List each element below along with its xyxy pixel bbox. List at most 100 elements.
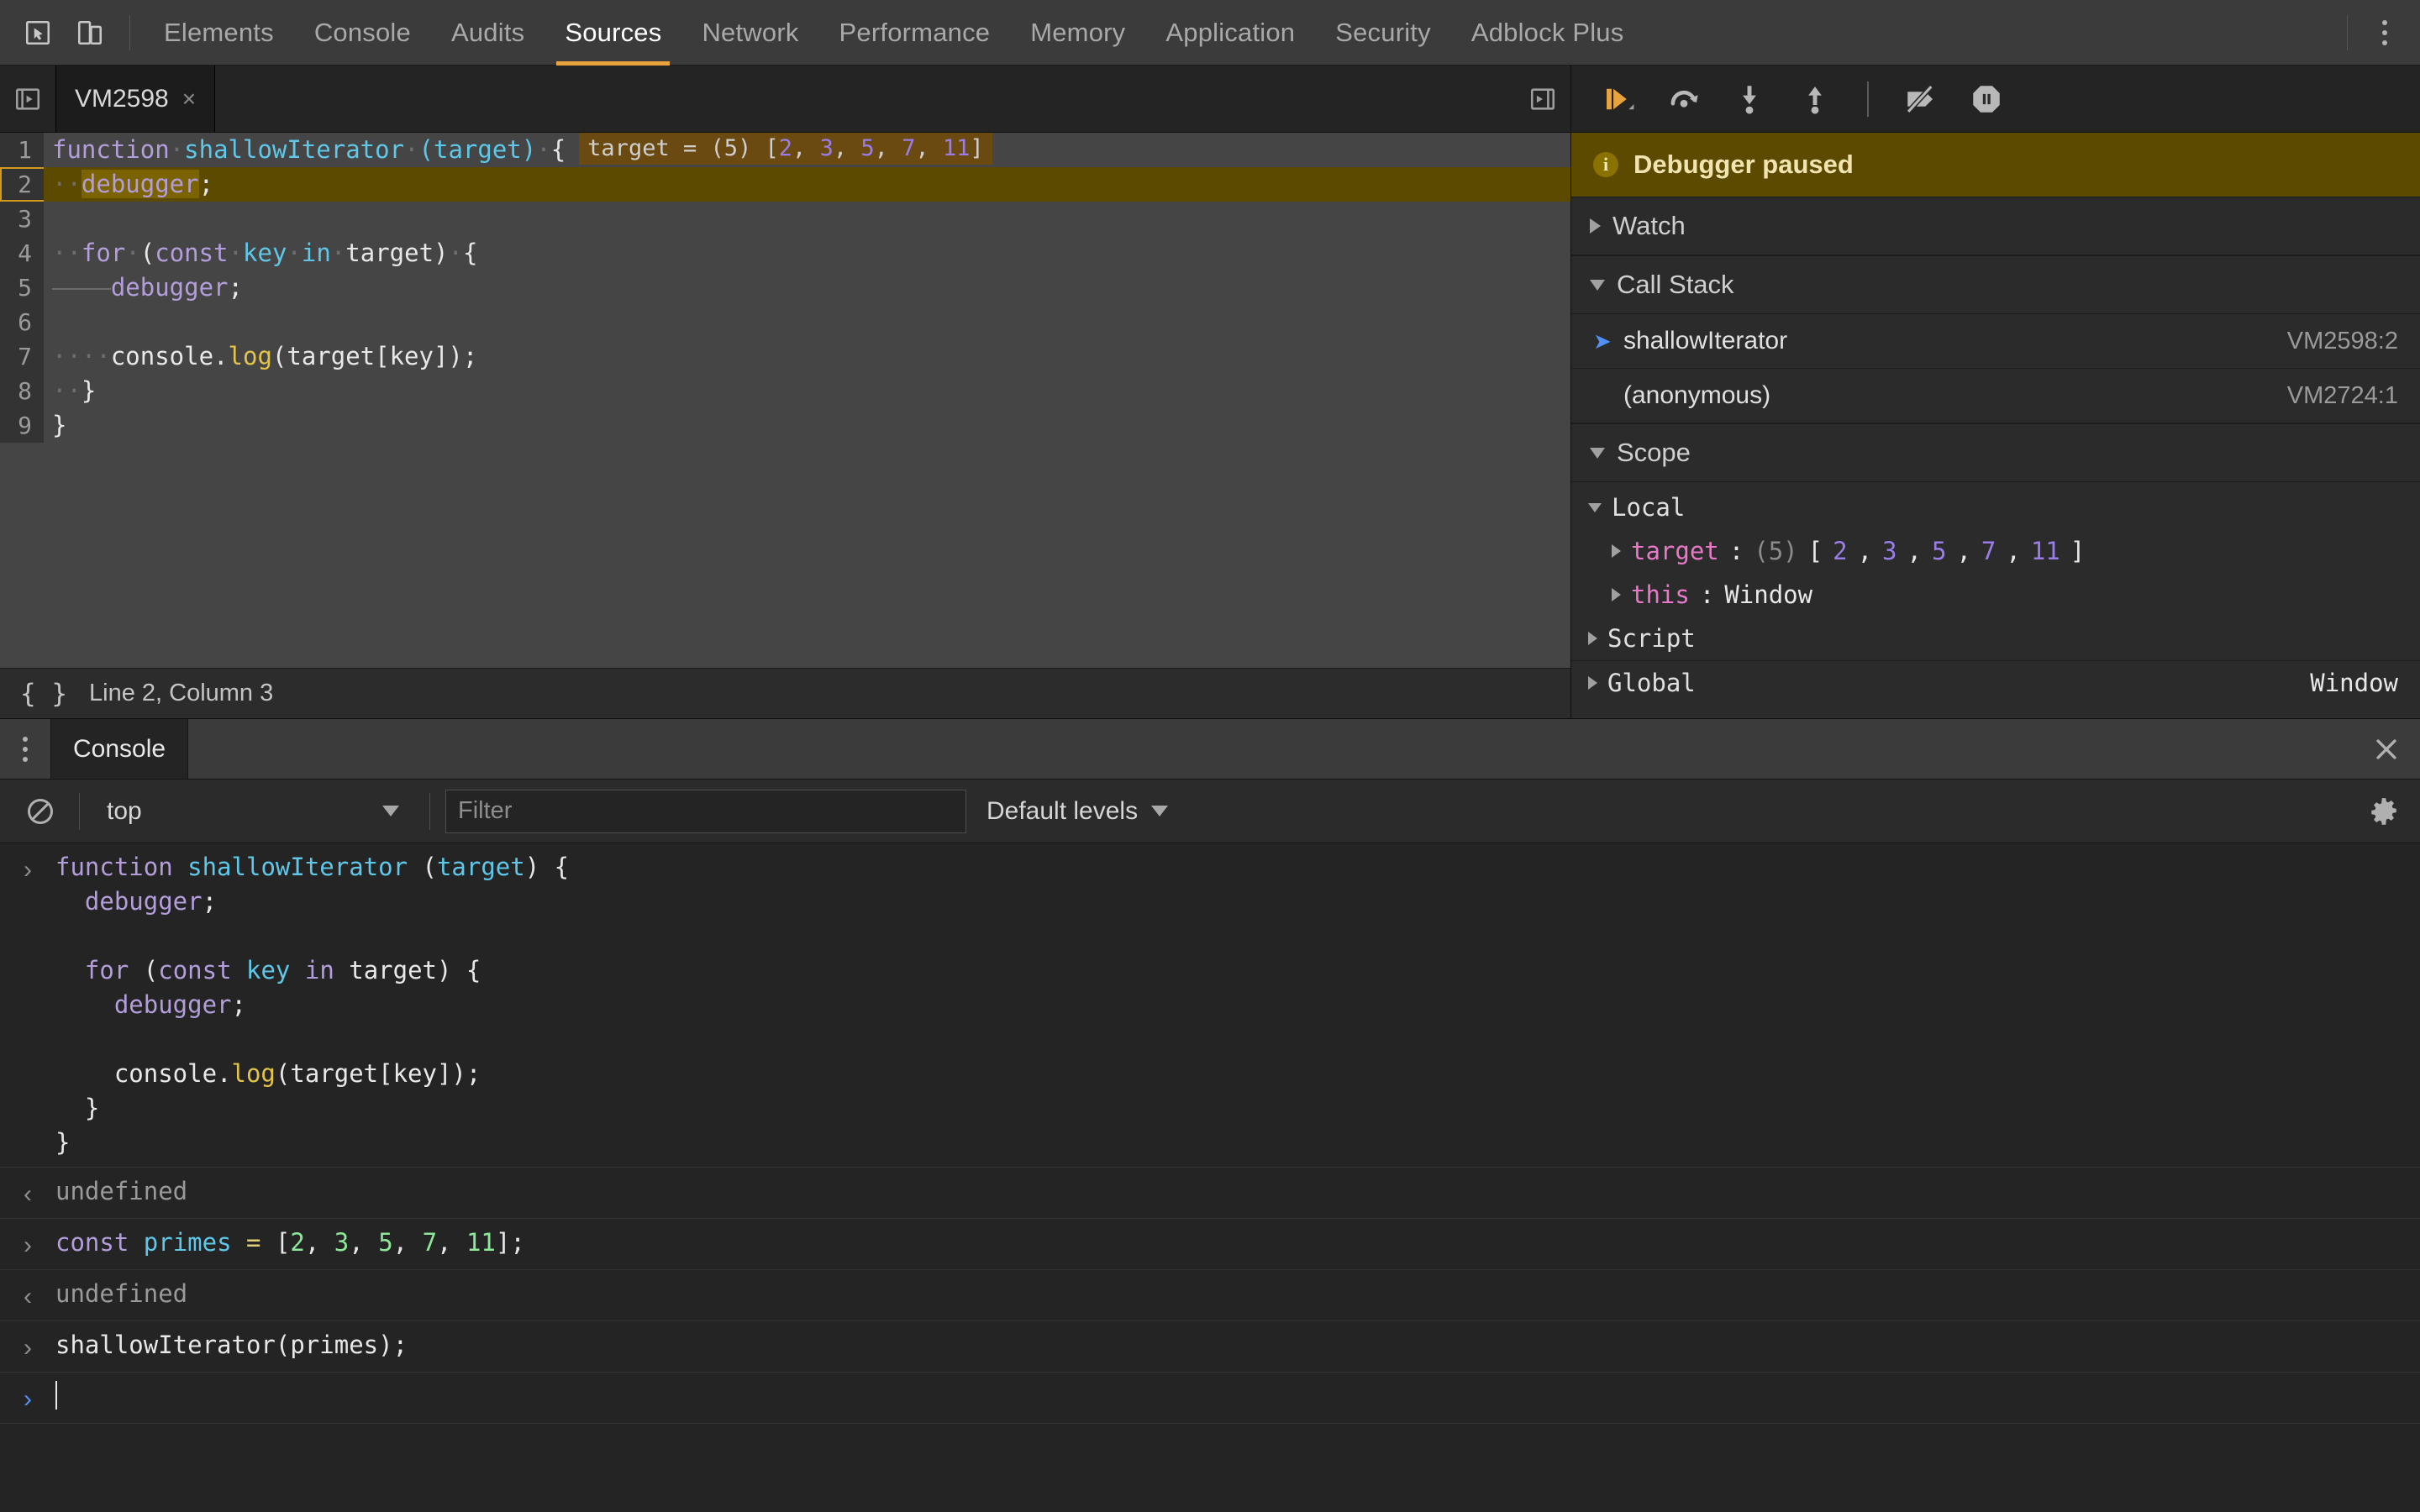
step-into-icon[interactable]	[1728, 77, 1771, 121]
line-number: 9	[0, 408, 44, 443]
tab-label: Application	[1165, 17, 1296, 47]
console-output[interactable]: › function shallowIterator (target) { de…	[0, 843, 2420, 1512]
token-keyword-for: for	[81, 239, 126, 267]
tab-application[interactable]: Application	[1145, 0, 1315, 66]
close-drawer-icon[interactable]	[2353, 719, 2420, 779]
code-row: 9 }	[0, 408, 1570, 443]
token-keyword: debugger	[110, 273, 229, 302]
console-entry-result: ‹ undefined	[0, 1270, 2420, 1321]
chevron-right-icon	[1612, 588, 1621, 601]
tab-label: Memory	[1030, 17, 1126, 47]
tab-elements[interactable]: Elements	[144, 0, 294, 66]
drawer-tab-console[interactable]: Console	[50, 719, 189, 779]
inline-value-item: 5	[860, 135, 875, 161]
scope-group-script[interactable]: Script	[1571, 617, 2420, 660]
pause-on-exceptions-icon[interactable]	[1965, 77, 2008, 121]
inline-value-item: 2	[778, 135, 793, 161]
chevron-down-icon	[1151, 806, 1169, 816]
console-entry-result: ‹ undefined	[0, 1168, 2420, 1219]
scope-array-item: 7	[1981, 537, 1996, 565]
section-call-stack[interactable]: Call Stack	[1571, 255, 2420, 314]
step-out-icon[interactable]	[1793, 77, 1837, 121]
deactivate-breakpoints-icon[interactable]	[1899, 77, 1943, 121]
scope-group-global[interactable]: Global Window	[1571, 660, 2420, 704]
section-watch[interactable]: Watch	[1571, 197, 2420, 255]
tab-sources[interactable]: Sources	[544, 0, 681, 66]
scope-prop-this[interactable]: this: Window	[1571, 573, 2420, 617]
prompt-arrow-icon: ›	[24, 1385, 32, 1413]
editor-column: VM2598 × 1 function·shallowIterator·(tar…	[0, 66, 1571, 718]
result-arrow-icon: ‹	[24, 1180, 32, 1208]
inline-value-item: 3	[819, 135, 834, 161]
inline-value-decoration[interactable]: target = (5) [2, 3, 5, 7, 11]	[579, 133, 992, 165]
main-toolbar: Elements Console Audits Sources Network …	[0, 0, 2420, 66]
section-watch-label: Watch	[1612, 211, 1686, 240]
tab-console[interactable]: Console	[294, 0, 431, 66]
token-paren: )	[434, 239, 449, 267]
token-keyword-const: const	[155, 239, 229, 267]
drawer-tab-label: Console	[73, 734, 166, 763]
tab-performance[interactable]: Performance	[819, 0, 1011, 66]
paused-banner-text: Debugger paused	[1634, 150, 1854, 179]
step-over-icon[interactable]	[1662, 77, 1706, 121]
file-tab-vm2598[interactable]: VM2598 ×	[55, 66, 216, 132]
chevron-right-icon	[1590, 218, 1601, 234]
device-toolbar-icon[interactable]	[64, 7, 116, 59]
console-entry-input[interactable]: › const primes = [2, 3, 5, 7, 11];	[0, 1219, 2420, 1270]
settings-gear-icon[interactable]	[2348, 786, 2420, 837]
scope-prop-sep: :	[1699, 580, 1715, 609]
toolbar-divider	[79, 792, 80, 830]
console-filter-input[interactable]	[445, 789, 966, 833]
call-stack-frame-location: VM2724:1	[2286, 381, 2398, 409]
kebab-menu-icon[interactable]	[2361, 7, 2408, 59]
code-content: 1 function·shallowIterator·(target)·{tar…	[0, 133, 1570, 443]
line-number: 5	[0, 270, 44, 305]
call-stack-frame-name: shallowIterator	[1623, 327, 1788, 354]
token-var-key: key	[243, 239, 287, 267]
console-prompt-row[interactable]: ›	[0, 1373, 2420, 1424]
scope-prop-name: target	[1631, 537, 1719, 565]
code-row: 5 ————debugger;	[0, 270, 1570, 305]
sources-panel: VM2598 × 1 function·shallowIterator·(tar…	[0, 66, 2420, 719]
scope-prop-target[interactable]: target: (5) [2, 3, 5, 7, 11]	[1571, 529, 2420, 573]
console-log-levels-selector[interactable]: Default levels	[986, 797, 1169, 826]
show-debugger-icon[interactable]	[1515, 66, 1570, 133]
file-tab-bar: VM2598 ×	[0, 66, 1570, 133]
tab-label: Audits	[450, 17, 525, 47]
whitespace-dot: ·	[536, 135, 551, 164]
token-brace: {	[462, 239, 478, 267]
clear-console-icon[interactable]	[17, 788, 64, 835]
console-entry-input[interactable]: › function shallowIterator (target) { de…	[0, 843, 2420, 1168]
tab-audits[interactable]: Audits	[431, 0, 544, 66]
token-function-name: shallowIterator	[184, 135, 405, 164]
devtools-window: Elements Console Audits Sources Network …	[0, 0, 2420, 1512]
tab-memory[interactable]: Memory	[1010, 0, 1145, 66]
close-icon[interactable]: ×	[182, 86, 196, 113]
code-editor[interactable]: 1 function·shallowIterator·(target)·{tar…	[0, 133, 1570, 668]
entry-gutter: ›	[0, 1379, 55, 1416]
call-stack-frame-selected[interactable]: ➤ shallowIterator VM2598:2	[1571, 314, 2420, 369]
console-prompt-input[interactable]	[55, 1379, 2420, 1416]
chevron-right-icon	[1612, 544, 1621, 558]
section-scope[interactable]: Scope	[1571, 423, 2420, 482]
tab-network[interactable]: Network	[681, 0, 818, 66]
console-entry-input[interactable]: › shallowIterator(primes);	[0, 1321, 2420, 1373]
scope-array-item: 3	[1882, 537, 1897, 565]
scope-prop-open: [	[1807, 537, 1823, 565]
inspect-element-icon[interactable]	[12, 7, 64, 59]
scope-group-label: Local	[1612, 493, 1686, 522]
drawer-more-icon[interactable]	[0, 719, 50, 779]
scope-group-local[interactable]: Local	[1571, 486, 2420, 529]
tab-adblock-plus[interactable]: Adblock Plus	[1451, 0, 1644, 66]
tab-security[interactable]: Security	[1315, 0, 1451, 66]
inline-value-count: (5)	[710, 135, 765, 161]
show-navigator-icon[interactable]	[0, 66, 55, 132]
resume-icon[interactable]	[1597, 77, 1640, 121]
token-var-target: target	[345, 239, 434, 267]
pretty-print-icon[interactable]: { }	[20, 679, 67, 709]
token-param: target	[434, 135, 522, 164]
code-row: 7 ····console.log(target[key]);	[0, 339, 1570, 374]
call-stack-frame[interactable]: (anonymous) VM2724:1	[1571, 369, 2420, 423]
console-context-selector[interactable]: top	[95, 788, 414, 835]
